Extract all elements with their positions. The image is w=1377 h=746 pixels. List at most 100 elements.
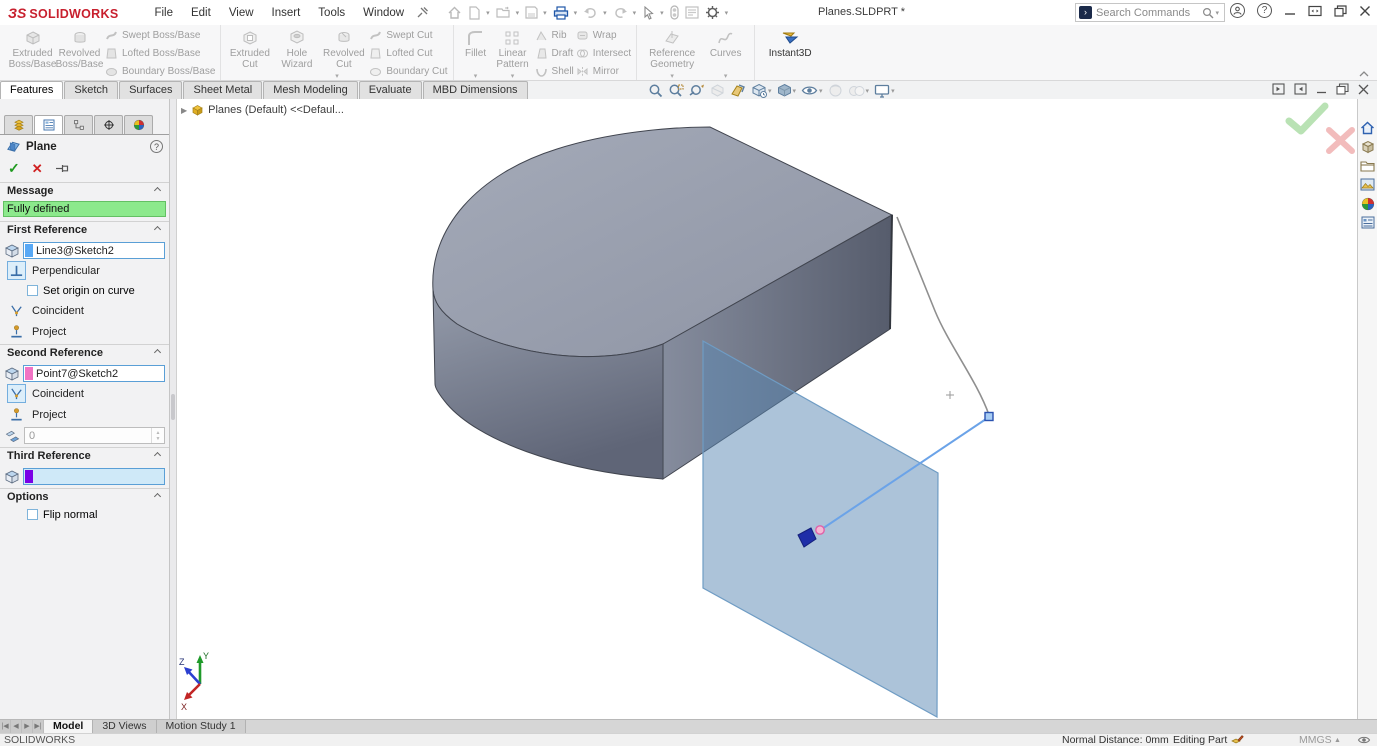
- doc-minimize-button[interactable]: [1316, 83, 1327, 95]
- scroll-first-icon[interactable]: |◀: [0, 720, 11, 733]
- zoom-to-fit-icon[interactable]: [648, 83, 663, 98]
- new-caret[interactable]: ▾: [486, 9, 490, 17]
- 3d-drawing-view-icon[interactable]: [730, 83, 746, 98]
- search-icon[interactable]: [1202, 7, 1214, 19]
- project-button[interactable]: [7, 405, 26, 424]
- instant3d-button[interactable]: Instant3D: [760, 26, 820, 80]
- user-account-icon[interactable]: [1230, 3, 1245, 18]
- search-scope-caret[interactable]: ▾: [1215, 9, 1219, 17]
- tab-model[interactable]: Model: [44, 720, 93, 733]
- custom-properties-icon[interactable]: [1359, 214, 1377, 231]
- first-reference-group-header[interactable]: First Reference: [0, 221, 169, 237]
- save-button[interactable]: [523, 4, 540, 21]
- flyout-expand-icon[interactable]: ▶: [181, 106, 187, 115]
- menu-edit[interactable]: Edit: [183, 4, 219, 22]
- tab-mbd-dimensions[interactable]: MBD Dimensions: [423, 81, 528, 99]
- rebuild-button[interactable]: [668, 3, 681, 22]
- distance-input[interactable]: 0 ▲▼: [24, 427, 165, 444]
- view-settings-icon[interactable]: ▾: [874, 84, 895, 98]
- tags-icon[interactable]: [1357, 734, 1371, 746]
- perpendicular-button[interactable]: [7, 261, 26, 280]
- sketch-vertex-handle[interactable]: [985, 413, 993, 421]
- fullscreen-button[interactable]: [1308, 5, 1322, 17]
- redo-caret[interactable]: ▾: [633, 9, 637, 17]
- units-selector[interactable]: MMGS: [1299, 735, 1332, 746]
- fillet-caret[interactable]: ▾: [474, 72, 478, 80]
- new-document-button[interactable]: [466, 4, 483, 22]
- tab-motion-study-1[interactable]: Motion Study 1: [157, 720, 246, 733]
- hide-show-items-icon[interactable]: ▾: [801, 84, 823, 97]
- home-button[interactable]: [445, 3, 464, 22]
- doc-restore-button[interactable]: [1336, 83, 1349, 95]
- pane-right-icon[interactable]: [1294, 83, 1307, 95]
- undo-caret[interactable]: ▾: [603, 9, 607, 17]
- file-explorer-icon[interactable]: [1359, 157, 1377, 174]
- property-help-icon[interactable]: ?: [150, 140, 163, 153]
- design-library-icon[interactable]: [1359, 138, 1377, 155]
- search-commands-box[interactable]: › ▾: [1075, 3, 1225, 22]
- close-button[interactable]: [1359, 5, 1371, 17]
- tab-propertymanager[interactable]: [34, 115, 63, 134]
- help-icon[interactable]: ?: [1257, 3, 1272, 18]
- select-button[interactable]: [640, 4, 657, 22]
- tab-surfaces[interactable]: Surfaces: [119, 81, 182, 99]
- options-gear-button[interactable]: [703, 3, 722, 22]
- coincident-button[interactable]: [7, 301, 26, 320]
- sketch-point-cross[interactable]: [946, 391, 954, 399]
- minimize-button[interactable]: [1284, 5, 1296, 17]
- set-origin-checkbox[interactable]: [27, 285, 38, 296]
- tab-dimxpertmanager[interactable]: [94, 115, 123, 134]
- menu-insert[interactable]: Insert: [264, 4, 309, 22]
- message-group-header[interactable]: Message: [0, 182, 169, 198]
- doc-close-button[interactable]: [1358, 84, 1369, 95]
- sketch2-geometry[interactable]: [897, 217, 989, 415]
- second-reference-selection-box[interactable]: Point7@Sketch2: [23, 365, 165, 382]
- save-caret[interactable]: ▾: [543, 9, 547, 17]
- splitter-grip[interactable]: [171, 394, 175, 420]
- units-caret[interactable]: ▲: [1334, 735, 1341, 746]
- third-reference-selection-box[interactable]: [23, 468, 165, 485]
- confirm-cancel-icon[interactable]: [1329, 130, 1352, 151]
- tab-sketch[interactable]: Sketch: [64, 81, 118, 99]
- appearances-icon[interactable]: [1359, 195, 1377, 212]
- scroll-next-icon[interactable]: ▶: [22, 720, 33, 733]
- tab-sheet-metal[interactable]: Sheet Metal: [183, 81, 262, 99]
- third-reference-group-header[interactable]: Third Reference: [0, 447, 169, 463]
- home-tab-icon[interactable]: [1359, 119, 1377, 136]
- print-button[interactable]: [551, 4, 571, 22]
- open-button[interactable]: [494, 4, 513, 21]
- select-caret[interactable]: ▾: [660, 9, 664, 17]
- search-input[interactable]: [1092, 7, 1202, 19]
- tab-configurationmanager[interactable]: [64, 115, 93, 134]
- restore-window-button[interactable]: [1334, 5, 1347, 17]
- flyout-tree-label[interactable]: Planes (Default) <<Defaul...: [208, 104, 344, 116]
- file-properties-button[interactable]: [683, 4, 701, 21]
- ok-button[interactable]: ✓: [8, 160, 20, 177]
- zoom-to-area-icon[interactable]: [668, 83, 684, 98]
- display-style-caret[interactable]: ▾: [793, 87, 797, 95]
- view-settings-caret[interactable]: ▾: [891, 87, 895, 95]
- hide-show-caret[interactable]: ▾: [819, 87, 823, 95]
- print-caret[interactable]: ▾: [574, 9, 578, 17]
- apply-scene-caret[interactable]: ▾: [866, 87, 870, 95]
- tab-3d-views[interactable]: 3D Views: [93, 720, 156, 733]
- confirm-ok-icon[interactable]: [1289, 106, 1325, 131]
- options-caret[interactable]: ▾: [725, 9, 729, 17]
- distance-spinner[interactable]: ▲▼: [151, 428, 164, 443]
- previous-view-icon[interactable]: [689, 83, 705, 98]
- keep-visible-pin-icon[interactable]: [55, 164, 70, 173]
- menu-window[interactable]: Window: [355, 4, 412, 22]
- tab-featuremanager-tree[interactable]: [4, 115, 33, 134]
- open-caret[interactable]: ▾: [516, 9, 520, 17]
- pane-left-icon[interactable]: [1272, 83, 1285, 95]
- coincident-button[interactable]: [7, 384, 26, 403]
- display-style-icon[interactable]: ▾: [777, 83, 797, 98]
- menu-file[interactable]: File: [146, 4, 181, 22]
- view-palette-icon[interactable]: [1359, 176, 1377, 193]
- cut-group-caret[interactable]: ▾: [335, 72, 339, 80]
- cancel-button[interactable]: ✕: [32, 161, 43, 177]
- flip-normal-checkbox[interactable]: [27, 509, 38, 520]
- model-canvas[interactable]: Y Z X: [177, 99, 1357, 719]
- reference-geometry-caret[interactable]: ▾: [670, 72, 674, 80]
- linear-pattern-caret[interactable]: ▾: [511, 72, 515, 80]
